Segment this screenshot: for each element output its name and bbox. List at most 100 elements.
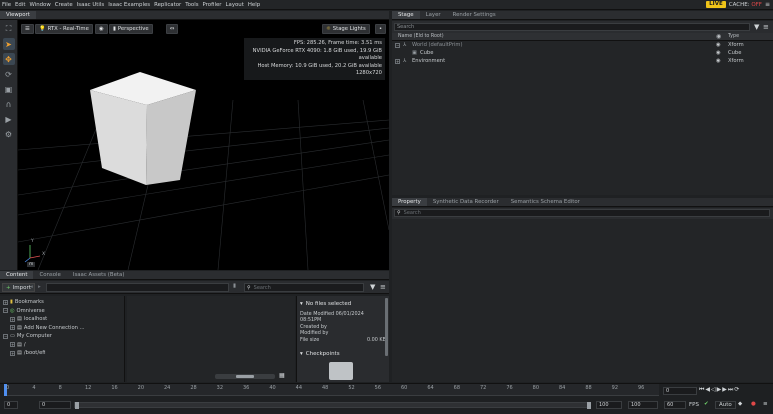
fullscreen-button[interactable]: ⇔ [166,24,179,34]
tab-semantics-schema-editor[interactable]: Semantics Schema Editor [505,198,586,206]
menu-tools[interactable]: Tools [183,2,200,8]
expand-icon[interactable]: + [10,350,15,356]
expand-icon[interactable]: + [10,325,15,331]
select-arrow-icon[interactable]: ➤ [2,38,15,50]
cache-status[interactable]: CACHE: OFF [729,2,762,8]
tree-item-boot-efi[interactable]: + ▤ /boot/efi [3,349,121,358]
light-options-button[interactable]: • [375,24,387,34]
menu-replicator[interactable]: Replicator [152,2,183,8]
tree-item-omniverse[interactable]: − ◎ Omniverse [3,307,121,316]
tab-layer[interactable]: Layer [420,11,447,19]
menu-icon[interactable]: ≡ [380,283,386,291]
viewport-canvas[interactable]: Y X m ☰ 💡 RTX - Real-Time ◉ ▮ Perspectiv… [18,20,389,270]
render-mode-button[interactable]: 💡 RTX - Real-Time [35,24,93,34]
live-badge[interactable]: LIVE [706,1,726,8]
snap-icon[interactable]: ∩ [3,98,15,110]
menu-isaac-utils[interactable]: Isaac Utils [75,2,107,8]
timeline-menu-icon[interactable]: ≡ [763,401,768,407]
keyframe-icon[interactable]: ◆ [738,401,742,407]
expand-icon[interactable]: + [10,316,15,322]
range-end-field[interactable]: 100 [596,401,622,409]
expand-icon[interactable]: + [3,299,8,305]
range-handle-start[interactable] [75,402,79,409]
step-forward-icon[interactable]: ▶ [722,386,727,394]
fps-field[interactable]: 60 [664,401,686,409]
stage-row-world[interactable]: − ⅄ World (defaultPrim) ◉ Xform [392,41,773,49]
tree-item-localhost[interactable]: + ▤ localhost [3,315,121,324]
property-search-input[interactable]: ⚲ Search [394,209,770,217]
horizontal-scrollbar[interactable] [215,374,275,379]
tab-viewport[interactable]: Viewport [0,11,36,19]
move-icon[interactable]: ✥ [2,53,15,65]
collapse-icon[interactable]: − [3,308,8,314]
record-icon[interactable]: ● [751,401,756,407]
rotate-icon[interactable]: ⟳ [3,68,15,80]
play-icon[interactable]: ▶ [717,386,722,394]
collapse-icon[interactable]: − [3,333,8,339]
tab-render-settings[interactable]: Render Settings [447,11,502,19]
range-start-field[interactable]: 0 [39,401,71,409]
tab-synthetic-data-recorder[interactable]: Synthetic Data Recorder [427,198,505,206]
menu-icon[interactable]: ≡ [763,23,769,31]
tab-content[interactable]: Content [0,271,34,279]
scale-icon[interactable]: ▣ [3,83,15,95]
auto-button[interactable]: Auto [715,401,736,409]
menu-create[interactable]: Create [53,2,75,8]
back-arrow-icon[interactable]: ◂ [30,284,33,290]
visibility-eye-icon[interactable]: ◉ [716,41,721,49]
tree-item-add-connection[interactable]: + ▤ Add New Connection ... [3,324,121,333]
menu-profiler[interactable]: Profiler [201,2,224,8]
tab-console[interactable]: Console [33,271,66,279]
tab-stage[interactable]: Stage [392,11,420,19]
column-type[interactable]: Type [728,34,739,39]
tree-item-root[interactable]: + ▤ / [3,341,121,350]
checkpoints-header[interactable]: ▾ Checkpoints [300,349,386,358]
filter-icon[interactable]: ▼ [754,23,759,31]
menu-edit[interactable]: Edit [13,2,27,8]
menu-file[interactable]: File [0,2,13,8]
path-field[interactable] [46,283,229,292]
camera-button[interactable]: ▮ Perspective [109,24,153,34]
grid-view-icon[interactable]: ▦ [279,372,285,379]
expand-icon[interactable]: + [10,342,15,348]
tab-property[interactable]: Property [392,198,427,206]
auto-key-icon[interactable]: ✔ [704,401,709,407]
stage-row-cube[interactable]: ▣ Cube ◉ Cube [392,49,773,57]
skip-end-icon[interactable]: ⏭ [728,386,733,394]
tree-item-my-computer[interactable]: − ▭ My Computer [3,332,121,341]
file-browser-area[interactable]: ▦ [127,296,295,382]
details-header[interactable]: ▾ No files selected [300,299,386,308]
play-back-icon[interactable]: ◁ [711,386,716,394]
menu-help[interactable]: Help [246,2,262,8]
notification-icon[interactable]: ≡ [765,1,770,8]
range-slider[interactable] [74,402,591,409]
view-options-button[interactable]: ◉ [95,24,108,34]
tree-item-bookmarks[interactable]: + ▮ Bookmarks [3,298,121,307]
timeline-ruler[interactable]: 0 4 8 12 16 20 24 28 32 36 40 44 48 52 56 60 64 68 72 76 80 8… [4,384,659,396]
start-frame-field[interactable]: 0 [4,401,18,409]
step-back-icon[interactable]: ◀ [705,386,710,394]
menu-isaac-examples[interactable]: Isaac Examples [106,2,152,8]
forward-arrow-icon[interactable]: ▸ [38,284,41,290]
expand-icon[interactable]: + [395,58,400,64]
menu-layout[interactable]: Layout [224,2,246,8]
tab-isaac-assets[interactable]: Isaac Assets (Beta) [67,271,131,279]
menu-window[interactable]: Window [27,2,52,8]
end-frame-field[interactable]: 100 [628,401,658,409]
column-name[interactable]: Name (Eld to Root) [398,34,444,39]
units-badge[interactable]: m [27,262,36,267]
skip-start-icon[interactable]: ⏮ [699,386,704,394]
collapse-icon[interactable]: − [395,42,400,48]
visibility-eye-icon[interactable]: ◉ [716,49,721,57]
eye-icon[interactable]: ◉ [716,33,721,40]
filter-icon[interactable]: ▼ [370,283,375,291]
stage-search-input[interactable]: Search [394,23,750,31]
current-frame-field[interactable]: 0 [663,387,697,395]
content-search-input[interactable]: ⚲ Search [244,283,364,292]
physics-icon[interactable]: ⚙ [3,128,15,140]
stage-row-environment[interactable]: + ⅄ Environment ◉ Xform [392,57,773,65]
range-handle-end[interactable] [587,402,591,409]
bookmark-icon[interactable]: ▮ [233,283,236,289]
cube-object[interactable] [90,72,196,185]
stage-tree[interactable]: − ⅄ World (defaultPrim) ◉ Xform ▣ Cube ◉… [392,41,773,195]
